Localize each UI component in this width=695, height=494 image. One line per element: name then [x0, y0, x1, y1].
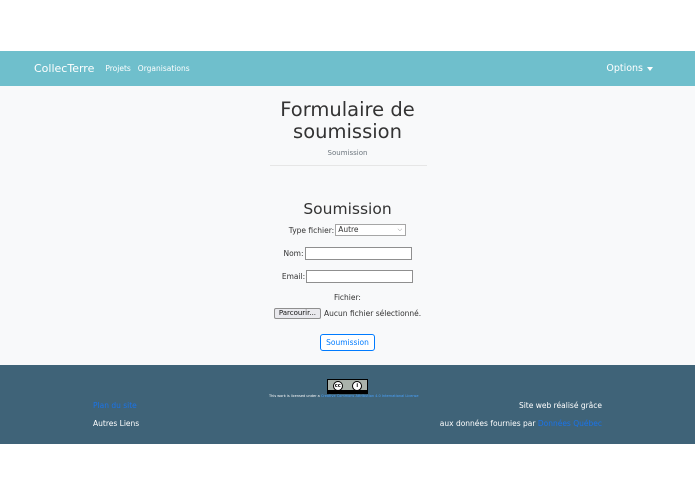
type-label: Type fichier: [288, 225, 335, 235]
fichier-label: Fichier: [334, 293, 361, 302]
type-select-value: Autre [338, 225, 359, 234]
options-dropdown[interactable]: Options [606, 51, 653, 86]
form-title: Soumission [303, 200, 392, 218]
caret-down-icon [647, 66, 653, 71]
nom-label: Nom: [283, 249, 304, 258]
type-row: Type fichier: Autre ⌵ [0, 224, 695, 236]
credit-line2: aux données fournies par Données Québec [440, 419, 602, 428]
file-input-row: Parcourir... Aucun fichier sélectionné. [0, 308, 695, 319]
top-blank-area [0, 0, 695, 51]
creative-commons-badge-icon[interactable]: cc i [327, 379, 368, 394]
main-content: Formulaire de soumission Soumission Soum… [0, 86, 695, 365]
email-label: Email: [281, 272, 306, 281]
no-file-text: Aucun fichier sélectionné. [324, 309, 422, 318]
credit-line2-prefix: aux données fournies par [439, 419, 538, 428]
page-title-line1: Formulaire de [280, 98, 415, 121]
site-map-link[interactable]: Plan du site [93, 401, 137, 410]
type-select[interactable]: Autre ⌵ [335, 224, 407, 236]
footer: cc i This work is licensed under a Creat… [0, 365, 695, 444]
nom-input[interactable] [304, 247, 412, 260]
credit-line1: Site web réalisé grâce [518, 401, 602, 410]
page-header: Formulaire de soumission Soumission [0, 98, 695, 158]
nav-link-projets[interactable]: Projets [105, 64, 130, 73]
browse-button[interactable]: Parcourir... [273, 308, 322, 319]
nom-row: Nom: [0, 247, 695, 260]
navbar: CollecTerre Projets Organisations Option… [0, 51, 695, 86]
donnees-quebec-link[interactable]: Données Québec [538, 419, 602, 428]
submit-button[interactable]: Soumission [320, 334, 375, 351]
chevron-down-icon: ⌵ [397, 226, 403, 233]
fichier-row: Fichier: [0, 293, 695, 302]
email-input[interactable] [306, 270, 414, 283]
header-divider [270, 165, 427, 166]
page-subtitle: Soumission [327, 149, 368, 157]
brand-link[interactable]: CollecTerre [34, 62, 94, 75]
license-text: This work is licensed under a Creative C… [269, 394, 419, 398]
page-title-line2: soumission [293, 120, 402, 143]
other-links-label: Autres Liens [93, 419, 140, 428]
license-prefix: This work is licensed under a [269, 394, 320, 398]
nav-link-organisations[interactable]: Organisations [138, 64, 190, 73]
license-link[interactable]: Creative Commons Attribution 4.0 Interna… [321, 394, 419, 398]
email-row: Email: [0, 270, 695, 283]
options-label: Options [606, 63, 643, 74]
submit-row: Soumission [0, 334, 695, 351]
